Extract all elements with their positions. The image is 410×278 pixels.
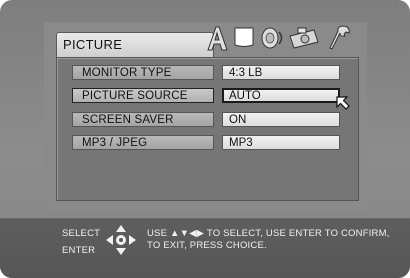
help-text-line2: TO EXIT, PRESS CHOICE. [147,240,267,251]
row-value[interactable]: 4:3 LB [222,65,340,80]
help-text-line1: USE ▲▼◀▶ TO SELECT, USE ENTER TO CONFIRM… [147,228,390,239]
row-label: MP3 / JPEG [72,135,214,150]
tab-strip: PICTURE [56,22,366,58]
select-label: SELECT [62,228,101,239]
wrench-icon[interactable] [328,24,352,57]
row-value[interactable]: AUTO [222,88,340,103]
row-value[interactable]: MP3 [222,135,340,150]
pointer-arrow-icon [336,96,350,115]
page-icon[interactable] [232,24,256,57]
row-label: SCREEN SAVER [72,112,214,127]
letter-a-icon[interactable] [206,24,228,57]
dpad-icon [104,223,138,262]
row-label: PICTURE SOURCE [72,88,214,103]
enter-label: ENTER [62,245,96,256]
row-value[interactable]: ON [222,112,340,127]
help-bar: SELECT ENTER USE ▲▼◀▶ TO SELECT, USE ENT… [0,218,410,278]
camera-icon[interactable] [288,24,322,57]
tab-picture[interactable]: PICTURE [56,32,214,57]
sound-icon[interactable] [260,24,286,57]
row-label: MONITOR TYPE [72,65,214,80]
osd-screen: PICTURE MONITOR TYPE 4:3 LB PICTURE SOUR… [0,0,410,278]
